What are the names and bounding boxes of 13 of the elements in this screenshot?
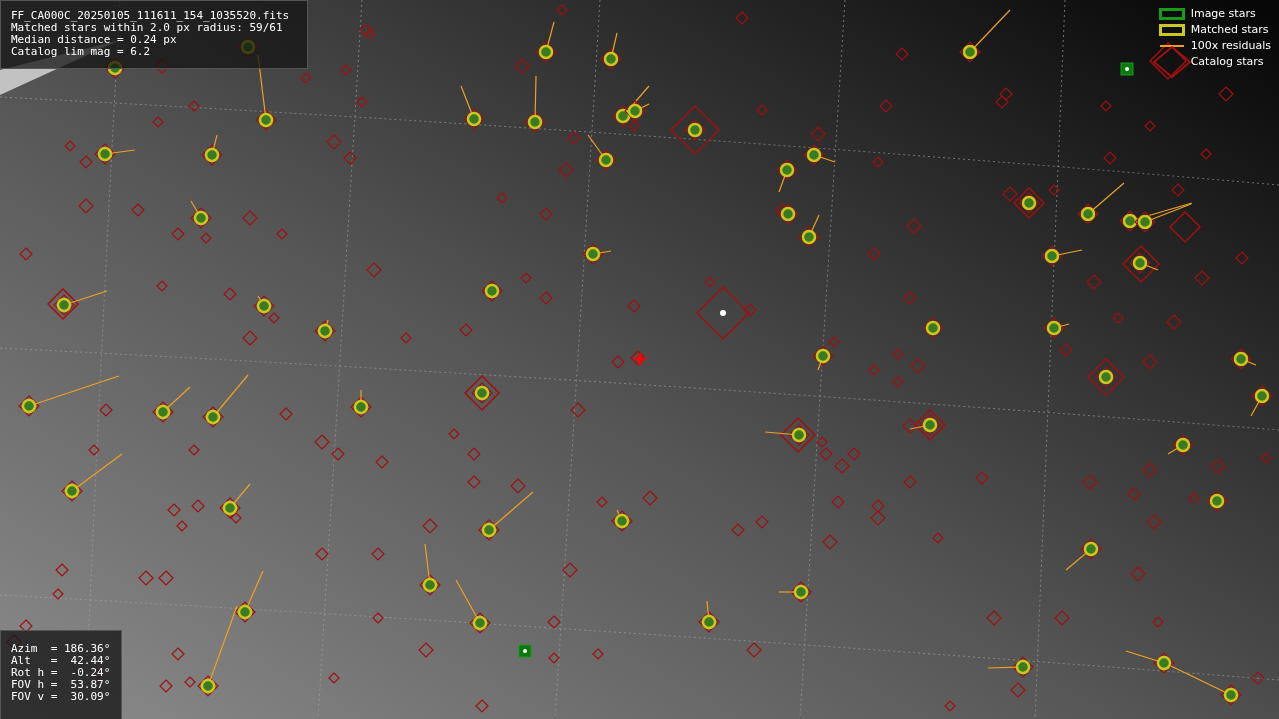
pointing-text: Alt = 42.44°	[11, 655, 112, 667]
info-text: FF_CA000C_20250105_111611_154_1035520.fits	[11, 10, 291, 22]
pointing-text: Rot h = -0.24°	[11, 667, 112, 679]
pointing-text: Azim = 186.36°	[11, 643, 112, 655]
info-text: Catalog lim mag = 6.2	[11, 46, 152, 58]
info-text: Median distance = 0.24 px	[11, 34, 178, 46]
legend-label: Catalog stars	[1190, 55, 1264, 68]
legend-label: Image stars	[1190, 7, 1256, 20]
info-text: Matched stars within 2.0 px radius: 59/61	[11, 22, 283, 34]
legend-label: Matched stars	[1190, 23, 1269, 36]
pointing-text: FOV h = 53.87°	[11, 679, 112, 691]
legend-label: 100x residuals	[1190, 39, 1271, 52]
pointing-text: FOV v = 30.09°	[11, 691, 112, 703]
